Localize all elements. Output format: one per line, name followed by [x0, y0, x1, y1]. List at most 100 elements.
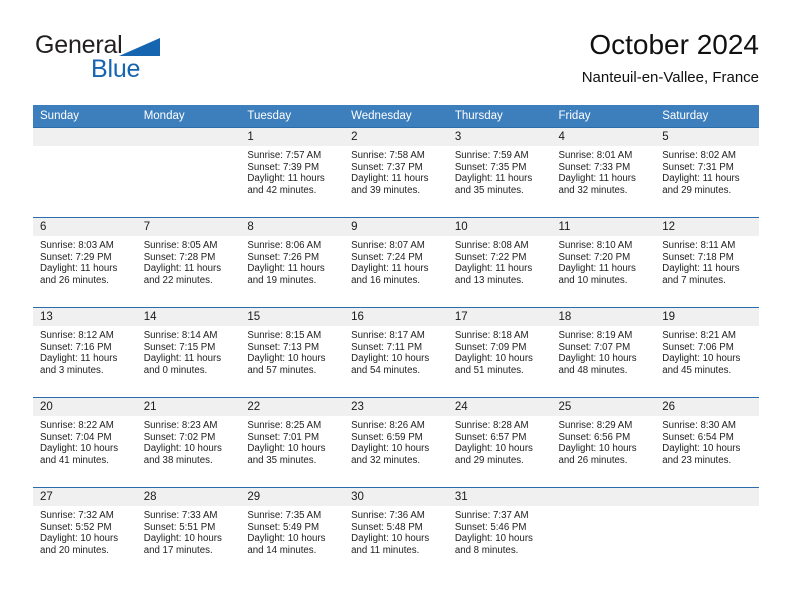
- sunset-time: Sunset: 6:57 PM: [454, 431, 527, 443]
- day-number: 26: [655, 398, 759, 416]
- daylight-duration-line1: Daylight: 10 hours: [454, 353, 533, 365]
- calendar-day[interactable]: 13 Sunrise: 8:12 AM Sunset: 7:16 PM Dayligh…: [33, 308, 137, 396]
- calendar-day[interactable]: 9 Sunrise: 8:07 AM Sunset: 7:24 PM Daylight…: [344, 218, 448, 306]
- weekday-header-monday: Monday: [136, 105, 241, 128]
- calendar-day-cell[interactable]: [33, 127, 137, 218]
- day-number: 6: [33, 218, 137, 236]
- calendar-day-cell[interactable]: 13 Sunrise: 8:12 AM Sunset: 7:16 PM Dayligh…: [33, 307, 137, 398]
- calendar-day[interactable]: 29 Sunrise: 7:35 AM Sunset: 5:49 PM Dayligh…: [240, 488, 345, 576]
- calendar-day[interactable]: 31 Sunrise: 7:37 AM Sunset: 5:46 PM Dayligh…: [447, 488, 552, 576]
- calendar-day-cell[interactable]: 31 Sunrise: 7:37 AM Sunset: 5:46 PM Dayligh…: [447, 487, 552, 578]
- calendar-day-cell[interactable]: 3 Sunrise: 7:59 AM Sunset: 7:35 PM Daylight…: [447, 127, 552, 218]
- day-sun-details: Sunrise: 8:08 AM Sunset: 7:22 PM Daylight:…: [448, 236, 552, 286]
- daylight-duration-line2: and 51 minutes.: [454, 364, 524, 376]
- sunset-time: Sunset: 7:28 PM: [143, 251, 216, 263]
- calendar-day[interactable]: 15 Sunrise: 8:15 AM Sunset: 7:13 PM Dayligh…: [240, 308, 345, 396]
- daylight-duration-line1: Daylight: 10 hours: [40, 533, 119, 545]
- sunset-time: Sunset: 7:37 PM: [351, 161, 423, 173]
- calendar-day[interactable]: 10 Sunrise: 8:08 AM Sunset: 7:22 PM Dayligh…: [447, 218, 552, 306]
- calendar-day[interactable]: 19 Sunrise: 8:21 AM Sunset: 7:06 PM Dayligh…: [655, 308, 759, 396]
- calendar-day-cell[interactable]: 26 Sunrise: 8:30 AM Sunset: 6:54 PM Dayligh…: [655, 397, 759, 488]
- calendar-day[interactable]: 21 Sunrise: 8:23 AM Sunset: 7:02 PM Dayligh…: [136, 398, 241, 486]
- day-sun-details: Sunrise: 8:10 AM Sunset: 7:20 PM Daylight:…: [552, 236, 656, 286]
- sunrise-time: Sunrise: 8:15 AM: [247, 330, 322, 341]
- calendar-day[interactable]: 3 Sunrise: 7:59 AM Sunset: 7:35 PM Daylight…: [447, 128, 552, 216]
- calendar-day[interactable]: 17 Sunrise: 8:18 AM Sunset: 7:09 PM Dayligh…: [447, 308, 552, 396]
- calendar-day[interactable]: 1 Sunrise: 7:57 AM Sunset: 7:39 PM Daylight…: [240, 128, 345, 216]
- calendar-day[interactable]: 11 Sunrise: 8:10 AM Sunset: 7:20 PM Dayligh…: [551, 218, 656, 306]
- calendar-day-cell[interactable]: 27 Sunrise: 7:32 AM Sunset: 5:52 PM Dayligh…: [33, 487, 137, 578]
- calendar-day-cell[interactable]: 18 Sunrise: 8:19 AM Sunset: 7:07 PM Dayligh…: [551, 307, 656, 398]
- calendar-day[interactable]: 6 Sunrise: 8:03 AM Sunset: 7:29 PM Daylight…: [33, 218, 137, 306]
- sunrise-time: Sunrise: 8:03 AM: [40, 240, 114, 251]
- calendar-day-cell[interactable]: 5 Sunrise: 8:02 AM Sunset: 7:31 PM Daylight…: [655, 127, 759, 218]
- page-header: General Blue October 2024 Nanteuil-en-Va…: [33, 28, 759, 98]
- calendar-day-cell[interactable]: 9 Sunrise: 8:07 AM Sunset: 7:24 PM Daylight…: [344, 217, 448, 308]
- calendar-day[interactable]: 2 Sunrise: 7:58 AM Sunset: 7:37 PM Daylight…: [344, 128, 448, 216]
- calendar-day-cell[interactable]: [551, 487, 656, 578]
- calendar-day-cell[interactable]: 22 Sunrise: 8:25 AM Sunset: 7:01 PM Dayligh…: [240, 397, 345, 488]
- sunset-time: Sunset: 5:52 PM: [40, 521, 112, 533]
- day-number: 18: [551, 308, 656, 326]
- calendar-day-cell[interactable]: [655, 487, 759, 578]
- sunrise-time: Sunrise: 7:59 AM: [454, 150, 529, 161]
- sunrise-time: Sunrise: 8:17 AM: [351, 330, 425, 341]
- day-number: 24: [447, 398, 552, 416]
- day-number: 15: [240, 308, 345, 326]
- calendar-day-cell[interactable]: 25 Sunrise: 8:29 AM Sunset: 6:56 PM Dayligh…: [551, 397, 656, 488]
- sunset-time: Sunset: 7:24 PM: [351, 251, 423, 263]
- general-blue-logo[interactable]: General Blue: [33, 32, 263, 94]
- sunset-time: Sunset: 7:07 PM: [558, 341, 631, 353]
- calendar-day[interactable]: 23 Sunrise: 8:26 AM Sunset: 6:59 PM Dayligh…: [344, 398, 448, 486]
- sunset-time: Sunset: 5:51 PM: [143, 521, 216, 533]
- calendar-day-cell[interactable]: 4 Sunrise: 8:01 AM Sunset: 7:33 PM Daylight…: [551, 127, 656, 218]
- daylight-duration-line2: and 39 minutes.: [351, 184, 421, 196]
- calendar-day-cell[interactable]: 12 Sunrise: 8:11 AM Sunset: 7:18 PM Dayligh…: [655, 217, 759, 308]
- calendar-day-cell[interactable]: 21 Sunrise: 8:23 AM Sunset: 7:02 PM Dayligh…: [136, 397, 241, 488]
- calendar-day-cell[interactable]: 8 Sunrise: 8:06 AM Sunset: 7:26 PM Daylight…: [240, 217, 345, 308]
- calendar-day-cell[interactable]: 19 Sunrise: 8:21 AM Sunset: 7:06 PM Dayligh…: [655, 307, 759, 398]
- calendar-day-cell[interactable]: 6 Sunrise: 8:03 AM Sunset: 7:29 PM Daylight…: [33, 217, 137, 308]
- calendar-day[interactable]: 22 Sunrise: 8:25 AM Sunset: 7:01 PM Dayligh…: [240, 398, 345, 486]
- calendar-day[interactable]: 28 Sunrise: 7:33 AM Sunset: 5:51 PM Dayligh…: [136, 488, 241, 576]
- calendar-day-cell[interactable]: 30 Sunrise: 7:36 AM Sunset: 5:48 PM Dayligh…: [344, 487, 448, 578]
- daylight-duration-line1: Daylight: 11 hours: [247, 173, 325, 185]
- calendar-day[interactable]: 4 Sunrise: 8:01 AM Sunset: 7:33 PM Daylight…: [551, 128, 656, 216]
- sunrise-time: Sunrise: 8:21 AM: [662, 330, 736, 341]
- calendar-day[interactable]: 7 Sunrise: 8:05 AM Sunset: 7:28 PM Daylight…: [136, 218, 241, 306]
- calendar-day[interactable]: 14 Sunrise: 8:14 AM Sunset: 7:15 PM Dayligh…: [136, 308, 241, 396]
- calendar-day[interactable]: 16 Sunrise: 8:17 AM Sunset: 7:11 PM Dayligh…: [344, 308, 448, 396]
- sunset-time: Sunset: 7:39 PM: [247, 161, 320, 173]
- day-number: [136, 128, 241, 146]
- sunset-time: Sunset: 7:16 PM: [40, 341, 112, 353]
- calendar-day-cell[interactable]: 2 Sunrise: 7:58 AM Sunset: 7:37 PM Daylight…: [344, 127, 448, 218]
- calendar-day-cell[interactable]: 17 Sunrise: 8:18 AM Sunset: 7:09 PM Dayligh…: [447, 307, 552, 398]
- calendar-day[interactable]: 5 Sunrise: 8:02 AM Sunset: 7:31 PM Daylight…: [655, 128, 759, 216]
- calendar-day-cell[interactable]: [136, 127, 241, 218]
- calendar-day-cell[interactable]: 23 Sunrise: 8:26 AM Sunset: 6:59 PM Dayligh…: [344, 397, 448, 488]
- calendar-day[interactable]: 12 Sunrise: 8:11 AM Sunset: 7:18 PM Dayligh…: [655, 218, 759, 306]
- calendar-day[interactable]: 27 Sunrise: 7:32 AM Sunset: 5:52 PM Dayligh…: [33, 488, 137, 576]
- calendar-day-empty: [551, 488, 656, 576]
- calendar-day[interactable]: 26 Sunrise: 8:30 AM Sunset: 6:54 PM Dayligh…: [655, 398, 759, 486]
- calendar-day-cell[interactable]: 11 Sunrise: 8:10 AM Sunset: 7:20 PM Dayligh…: [551, 217, 656, 308]
- calendar-day-cell[interactable]: 28 Sunrise: 7:33 AM Sunset: 5:51 PM Dayligh…: [136, 487, 241, 578]
- sunset-time: Sunset: 6:56 PM: [558, 431, 631, 443]
- day-number: 25: [551, 398, 656, 416]
- calendar-day-cell[interactable]: 20 Sunrise: 8:22 AM Sunset: 7:04 PM Dayligh…: [33, 397, 137, 488]
- calendar-day-cell[interactable]: 15 Sunrise: 8:15 AM Sunset: 7:13 PM Dayligh…: [240, 307, 345, 398]
- calendar-day[interactable]: 30 Sunrise: 7:36 AM Sunset: 5:48 PM Dayligh…: [344, 488, 448, 576]
- calendar-day-cell[interactable]: 29 Sunrise: 7:35 AM Sunset: 5:49 PM Dayligh…: [240, 487, 345, 578]
- calendar-day-cell[interactable]: 16 Sunrise: 8:17 AM Sunset: 7:11 PM Dayligh…: [344, 307, 448, 398]
- calendar-day[interactable]: 24 Sunrise: 8:28 AM Sunset: 6:57 PM Dayligh…: [447, 398, 552, 486]
- calendar-day[interactable]: 25 Sunrise: 8:29 AM Sunset: 6:56 PM Dayligh…: [551, 398, 656, 486]
- calendar-day[interactable]: 20 Sunrise: 8:22 AM Sunset: 7:04 PM Dayligh…: [33, 398, 137, 486]
- day-sun-details: Sunrise: 8:19 AM Sunset: 7:07 PM Daylight:…: [552, 326, 656, 376]
- calendar-day-cell[interactable]: 14 Sunrise: 8:14 AM Sunset: 7:15 PM Dayligh…: [136, 307, 241, 398]
- calendar-day-cell[interactable]: 24 Sunrise: 8:28 AM Sunset: 6:57 PM Dayligh…: [447, 397, 552, 488]
- calendar-day-cell[interactable]: 1 Sunrise: 7:57 AM Sunset: 7:39 PM Daylight…: [240, 127, 345, 218]
- calendar-day-cell[interactable]: 7 Sunrise: 8:05 AM Sunset: 7:28 PM Daylight…: [136, 217, 241, 308]
- calendar-day[interactable]: 18 Sunrise: 8:19 AM Sunset: 7:07 PM Dayligh…: [551, 308, 656, 396]
- calendar-day[interactable]: 8 Sunrise: 8:06 AM Sunset: 7:26 PM Daylight…: [240, 218, 345, 306]
- calendar-day-cell[interactable]: 10 Sunrise: 8:08 AM Sunset: 7:22 PM Dayligh…: [447, 217, 552, 308]
